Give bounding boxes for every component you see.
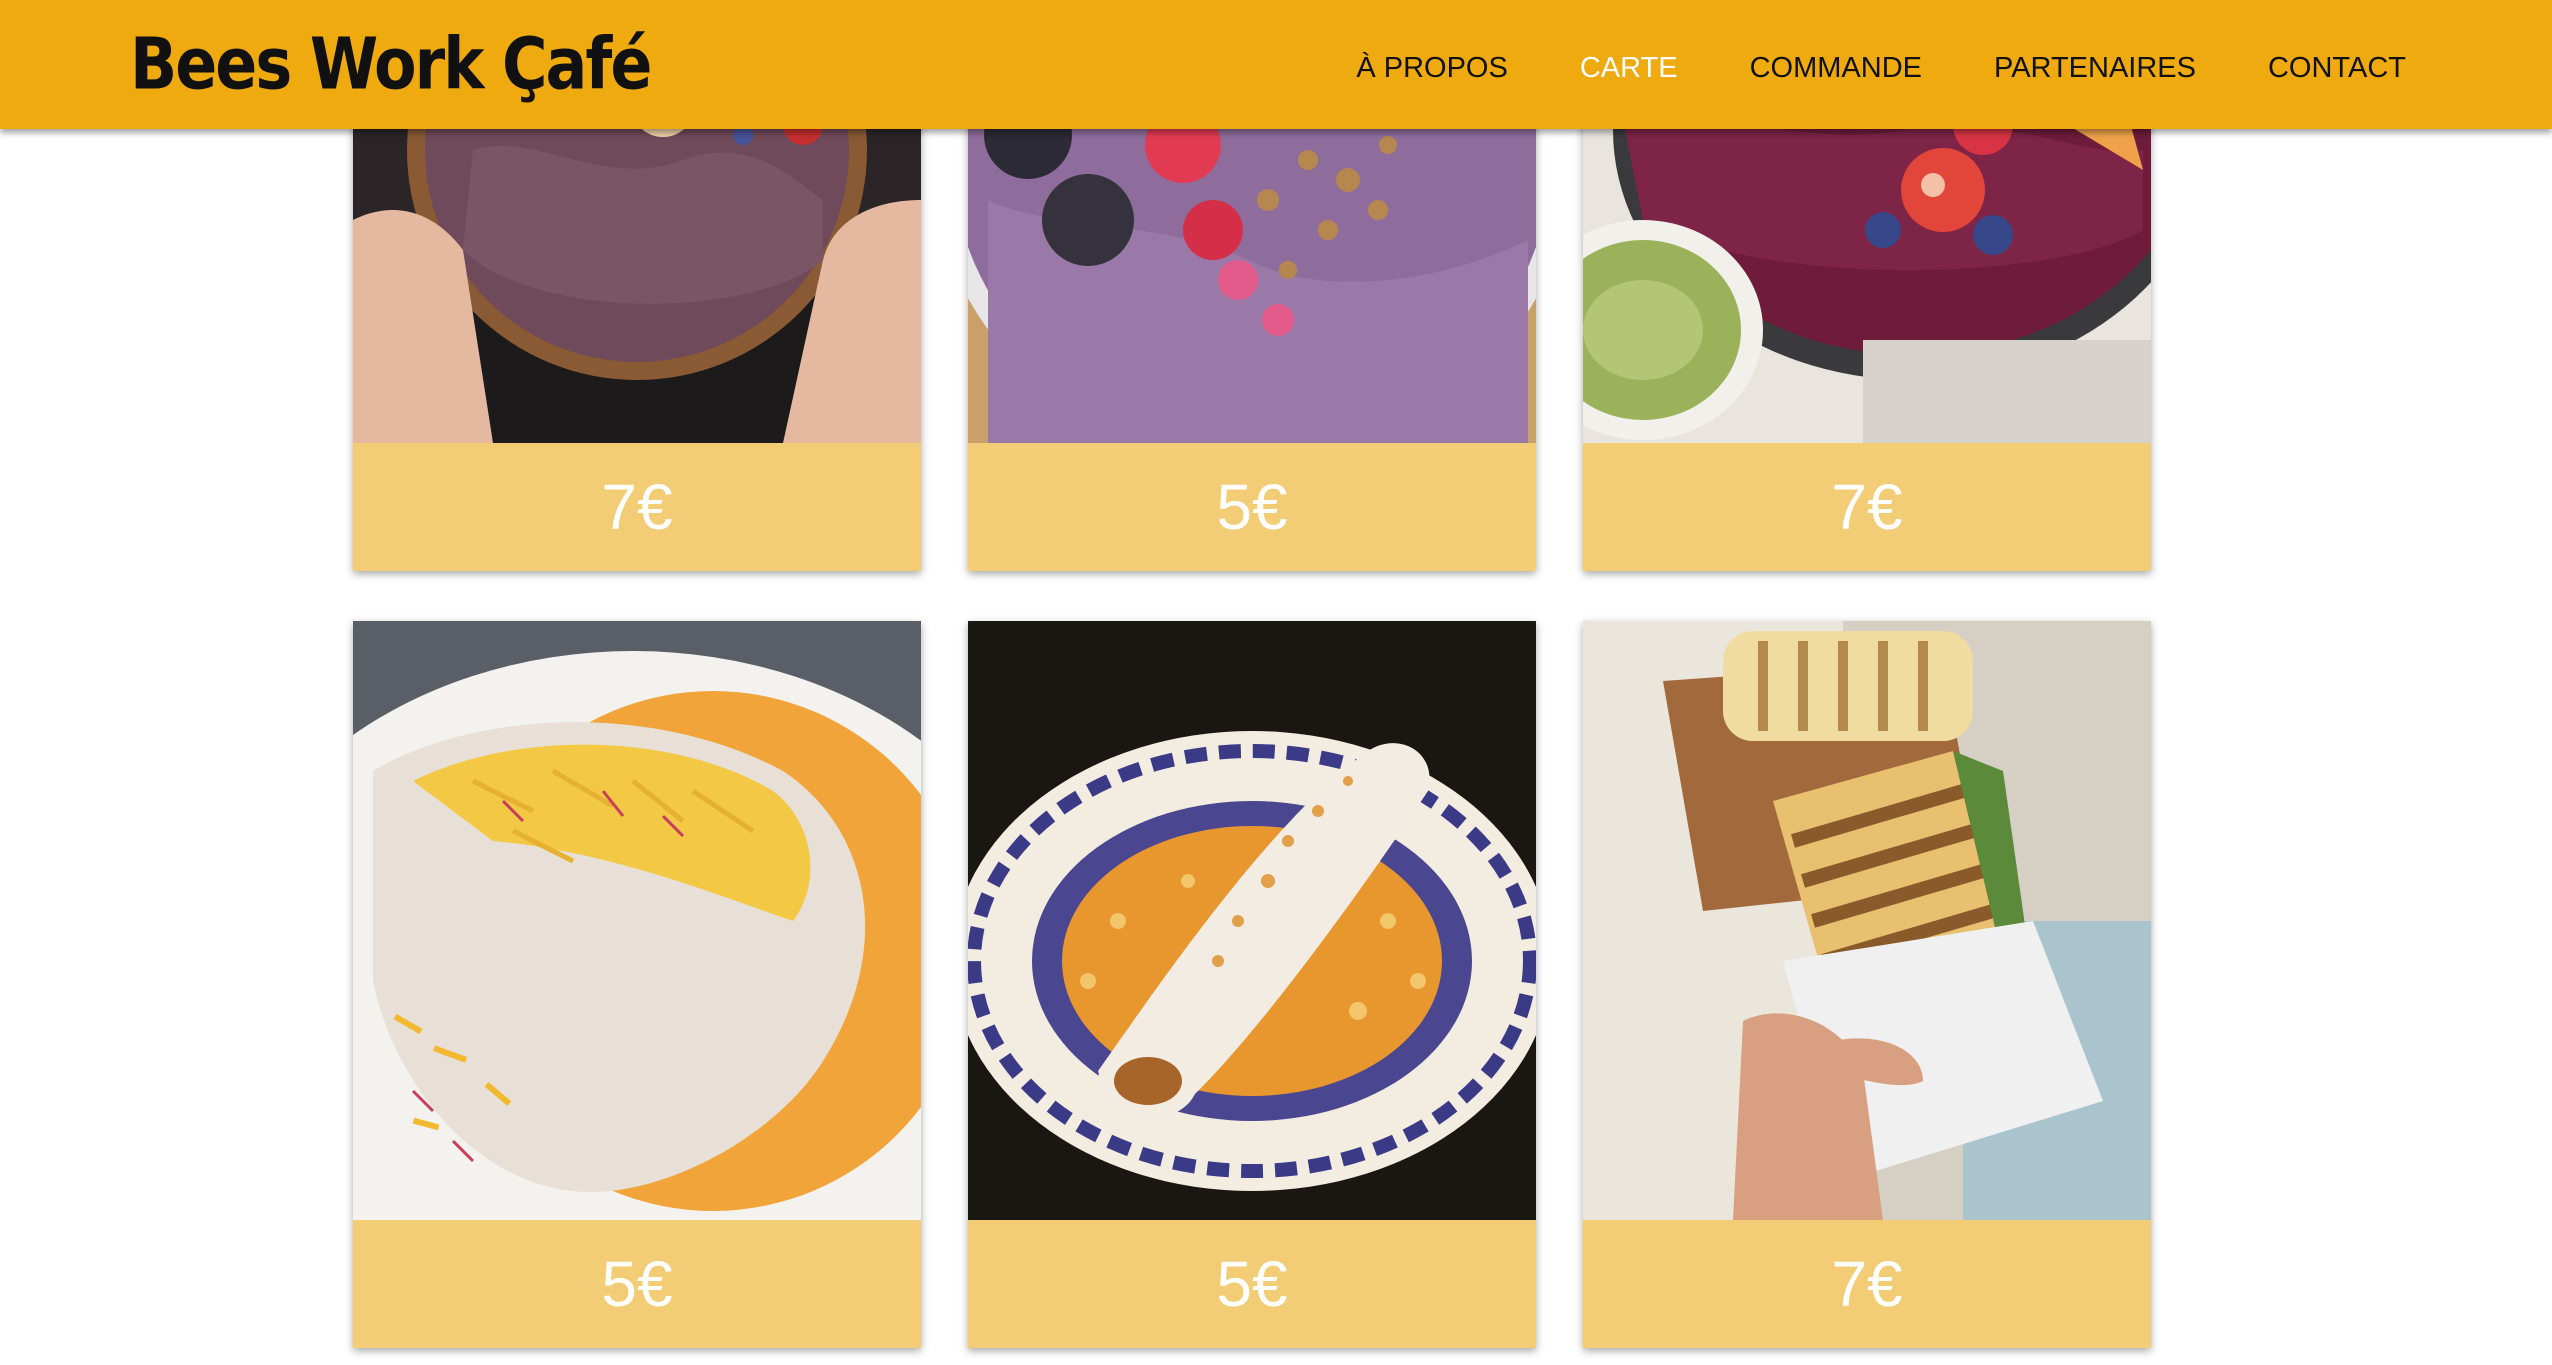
price-bar: 5€ <box>968 1220 1536 1348</box>
tapioca-cheese-icon <box>353 621 921 1220</box>
price-label: 7€ <box>1831 471 1903 543</box>
price-label: 5€ <box>1216 471 1288 543</box>
nav-item-carte[interactable]: CARTE <box>1580 52 1678 85</box>
price-bar: 5€ <box>353 1220 921 1348</box>
panini-sandwich-icon <box>1583 621 2151 1220</box>
menu-grid: 7€ 5€ 7€ 5€ 5€ 7€ <box>353 0 2153 1365</box>
menu-card[interactable]: 5€ <box>968 621 1536 1348</box>
menu-card[interactable]: 7€ <box>1583 621 2151 1348</box>
price-label: 7€ <box>601 471 673 543</box>
price-label: 5€ <box>1216 1248 1288 1320</box>
price-bar: 7€ <box>353 443 921 571</box>
site-logo[interactable]: Bees Work Çafé <box>130 0 652 126</box>
nav-item-a-propos[interactable]: À PROPOS <box>1356 52 1508 85</box>
nav-item-partenaires[interactable]: PARTENAIRES <box>1994 52 2196 85</box>
main-nav: À PROPOS CARTE COMMANDE PARTENAIRES CONT… <box>1284 52 2406 85</box>
menu-card[interactable]: 5€ <box>353 621 921 1348</box>
price-label: 7€ <box>1831 1248 1903 1320</box>
price-label: 5€ <box>601 1248 673 1320</box>
price-bar: 5€ <box>968 443 1536 571</box>
tapioca-caramel-icon <box>968 621 1536 1220</box>
nav-item-contact[interactable]: CONTACT <box>2268 52 2406 85</box>
price-bar: 7€ <box>1583 1220 2151 1348</box>
nav-item-commande[interactable]: COMMANDE <box>1750 52 1922 85</box>
site-header: Bees Work Çafé À PROPOS CARTE COMMANDE P… <box>0 0 2552 129</box>
price-bar: 7€ <box>1583 443 2151 571</box>
